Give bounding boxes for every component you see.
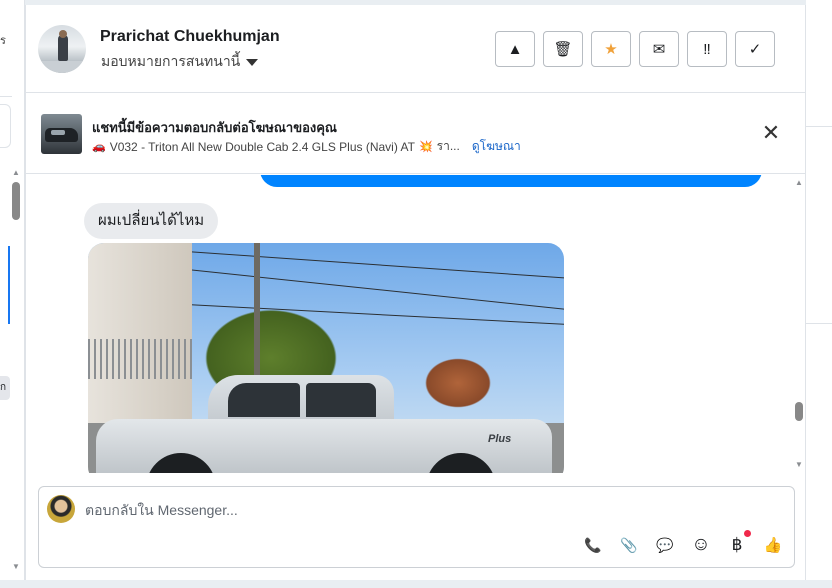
photo-truck: Plus <box>96 375 556 473</box>
emoji-button[interactable]: ☺ <box>690 534 712 556</box>
mark-unread-button[interactable]: ✉ <box>639 31 679 67</box>
send-like-button[interactable]: 👍 <box>762 534 784 556</box>
app-root: ร ▲ ก ▼ Prarichat Chuekhumjan มอบหมายการ… <box>0 0 832 588</box>
assign-conversation-dropdown[interactable]: มอบหมายการสนทนานี้ <box>101 51 259 73</box>
truck-badge-text: Plus <box>488 433 512 445</box>
trash-icon: 🗑 <box>553 41 573 58</box>
baht-icon: ฿ <box>731 535 743 554</box>
car-emoji-icon: 🚗 <box>92 141 106 153</box>
page-avatar <box>47 495 75 523</box>
thumbs-up-icon: 👍 <box>763 537 783 554</box>
window-bottom-edge <box>0 580 832 588</box>
spark-emoji-icon: 💥 <box>418 141 433 153</box>
warning-icon: ▲ <box>507 40 523 58</box>
message-composer: 📞 📎 💬 ☺ ฿ 👍 <box>38 486 795 568</box>
chat-bubble-icon: 💬 <box>656 536 674 553</box>
chat-panel: Prarichat Chuekhumjan มอบหมายการสนทนานี้… <box>25 5 806 580</box>
smiley-icon: ☺ <box>691 534 711 555</box>
chat-header: Prarichat Chuekhumjan มอบหมายการสนทนานี้… <box>26 5 805 93</box>
header-actions: ▲ 🗑 ★ ✉ ‼ ✓ <box>495 31 775 67</box>
ad-thumbnail-window <box>51 130 65 135</box>
ad-listing-trail: รา... <box>436 139 460 153</box>
list-search-box[interactable] <box>0 104 11 148</box>
checkmark-icon: ✓ <box>748 41 762 58</box>
list-label-chip: ก <box>0 376 10 400</box>
contact-name[interactable]: Prarichat Chuekhumjan <box>100 28 280 46</box>
star-icon: ★ <box>604 41 618 58</box>
scroll-up-arrow-icon[interactable]: ▲ <box>12 168 20 177</box>
list-text-fragment: ร <box>0 35 6 47</box>
ad-banner-title: แชทนี้มีข้อความตอบกลับต่อโฆษณาของคุณ <box>92 120 337 135</box>
saved-replies-button[interactable]: 💬 <box>654 534 676 556</box>
avatar-figure <box>58 35 68 61</box>
avatar-head <box>59 30 67 38</box>
star-button[interactable]: ★ <box>591 31 631 67</box>
assign-label: มอบหมายการสนทนานี้ <box>101 53 241 69</box>
add-call-button[interactable]: 📞 <box>582 534 604 556</box>
close-banner-button[interactable]: ✕ <box>761 120 781 145</box>
thread-scroll-down-icon[interactable]: ▼ <box>795 460 803 469</box>
close-icon: ✕ <box>761 120 781 145</box>
thread-scrollbar-thumb[interactable] <box>795 402 803 421</box>
paperclip-icon: 📎 <box>620 536 638 553</box>
selected-conversation-indicator <box>8 246 10 324</box>
truck-window <box>306 383 376 417</box>
payment-button[interactable]: ฿ <box>726 530 751 556</box>
composer-tools: 📞 📎 💬 ☺ ฿ 👍 <box>582 530 784 556</box>
photo-wire <box>148 248 564 279</box>
list-divider <box>0 96 12 97</box>
right-pane-edge <box>806 0 832 588</box>
view-ad-link[interactable]: ดูโฆษณา <box>472 137 521 156</box>
reply-input[interactable] <box>85 499 775 521</box>
message-thread[interactable]: ผมเปลี่ยนได้ไหม Plus <box>26 175 805 473</box>
phone-plus-icon: 📞 <box>584 536 602 553</box>
right-pane-divider <box>806 323 832 324</box>
list-scrollbar-thumb[interactable] <box>12 182 20 220</box>
conversation-list-pane: ร ▲ ก ▼ <box>0 0 25 580</box>
right-pane-divider <box>806 126 832 127</box>
photo-railing <box>88 339 192 379</box>
sent-message-bubble[interactable] <box>260 175 762 187</box>
received-photo[interactable]: Plus <box>88 243 564 473</box>
ad-listing-line: 🚗 V032 - Triton All New Double Cab 2.4 G… <box>92 137 521 156</box>
ad-reply-banner: แชทนี้มีข้อความตอบกลับต่อโฆษณาของคุณ 🚗 V… <box>26 94 805 174</box>
follow-up-icon: ‼ <box>703 40 711 58</box>
notification-dot <box>744 530 751 537</box>
contact-avatar[interactable] <box>38 25 86 73</box>
list-text-fragment: ก <box>0 382 7 393</box>
ad-listing-title: V032 - Triton All New Double Cab 2.4 GLS… <box>109 139 415 154</box>
mark-spam-button[interactable]: ▲ <box>495 31 535 67</box>
received-message-bubble[interactable]: ผมเปลี่ยนได้ไหม <box>84 203 219 239</box>
ad-thumbnail[interactable] <box>41 114 82 154</box>
thread-scroll-up-icon[interactable]: ▲ <box>795 178 803 187</box>
photo-pole <box>254 243 260 393</box>
attach-file-button[interactable]: 📎 <box>618 534 640 556</box>
follow-up-button[interactable]: ‼ <box>687 31 727 67</box>
delete-button[interactable]: 🗑 <box>543 31 583 67</box>
scroll-down-arrow-icon[interactable]: ▼ <box>12 562 20 571</box>
chevron-down-icon <box>246 58 259 66</box>
envelope-icon: ✉ <box>652 41 666 58</box>
mark-done-button[interactable]: ✓ <box>735 31 775 67</box>
avatar-ground <box>38 61 86 73</box>
truck-window <box>228 383 300 417</box>
